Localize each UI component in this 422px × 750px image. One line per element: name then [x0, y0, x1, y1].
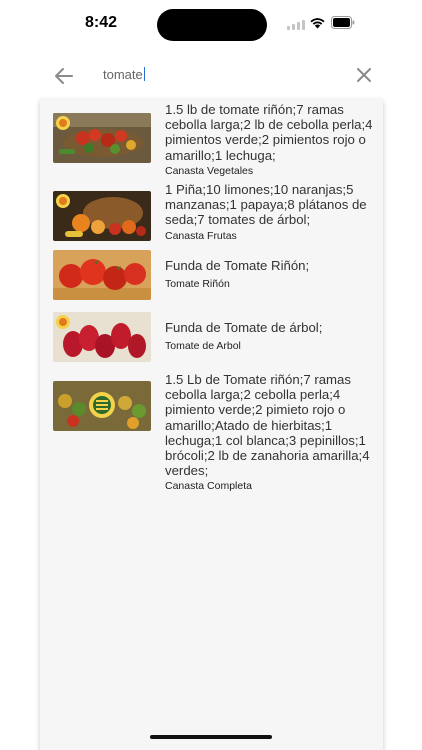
clear-search-icon[interactable] — [353, 64, 375, 86]
result-subtitle: Tomate de Arbol — [165, 340, 241, 353]
result-subtitle: Canasta Vegetales — [165, 164, 254, 177]
result-subtitle: Tomate Riñón — [165, 278, 230, 291]
search-input[interactable]: tomate — [103, 67, 145, 82]
result-item-canasta-vegetales[interactable]: 1.5 lb de tomate riñón;7 ramas cebolla l… — [40, 98, 383, 180]
text-cursor — [143, 67, 145, 81]
result-text: Funda de Tomate Riñón; Tomate Riñón — [165, 258, 375, 291]
wifi-icon — [310, 18, 325, 29]
product-thumbnail-complete-basket — [53, 381, 151, 431]
result-text: 1.5 Lb de Tomate riñón;7 ramas cebolla l… — [165, 372, 375, 493]
status-bar: 8:42 — [0, 0, 422, 50]
result-subtitle: Canasta Completa — [165, 480, 252, 493]
home-indicator[interactable] — [150, 735, 272, 739]
search-query-text: tomate — [103, 67, 143, 82]
result-text: Funda de Tomate de árbol; Tomate de Arbo… — [165, 320, 375, 353]
result-title: 1.5 lb de tomate riñón;7 ramas cebolla l… — [165, 102, 373, 163]
result-text: 1 Piña;10 limones;10 naranjas;5 manzanas… — [165, 182, 375, 243]
result-title: 1.5 Lb de Tomate riñón;7 ramas cebolla l… — [165, 372, 370, 479]
product-thumbnail-vegetables — [53, 113, 151, 163]
search-results-list: 1.5 lb de tomate riñón;7 ramas cebolla l… — [40, 98, 383, 750]
result-item-canasta-frutas[interactable]: 1 Piña;10 limones;10 naranjas;5 manzanas… — [40, 180, 383, 246]
result-subtitle: Canasta Frutas — [165, 229, 237, 242]
product-thumbnail-fruits — [53, 191, 151, 241]
result-text: 1.5 lb de tomate riñón;7 ramas cebolla l… — [165, 102, 375, 178]
status-time: 8:42 — [85, 14, 118, 31]
result-title: Funda de Tomate Riñón; — [165, 258, 310, 273]
result-item-tomate-rinon[interactable]: Funda de Tomate Riñón; Tomate Riñón — [40, 246, 383, 304]
result-title: 1 Piña;10 limones;10 naranjas;5 manzanas… — [165, 182, 367, 228]
result-item-canasta-completa[interactable]: 1.5 Lb de Tomate riñón;7 ramas cebolla l… — [40, 368, 383, 498]
product-thumbnail-tree-tomato — [53, 312, 151, 362]
battery-icon — [331, 16, 355, 29]
result-item-tomate-de-arbol[interactable]: Funda de Tomate de árbol; Tomate de Arbo… — [40, 304, 383, 368]
dynamic-island — [157, 9, 267, 41]
result-title: Funda de Tomate de árbol; — [165, 320, 323, 335]
product-thumbnail-tomato — [53, 250, 151, 300]
cellular-signal-icon — [287, 20, 305, 30]
back-arrow-icon[interactable] — [52, 64, 76, 88]
search-header: tomate — [0, 52, 422, 98]
